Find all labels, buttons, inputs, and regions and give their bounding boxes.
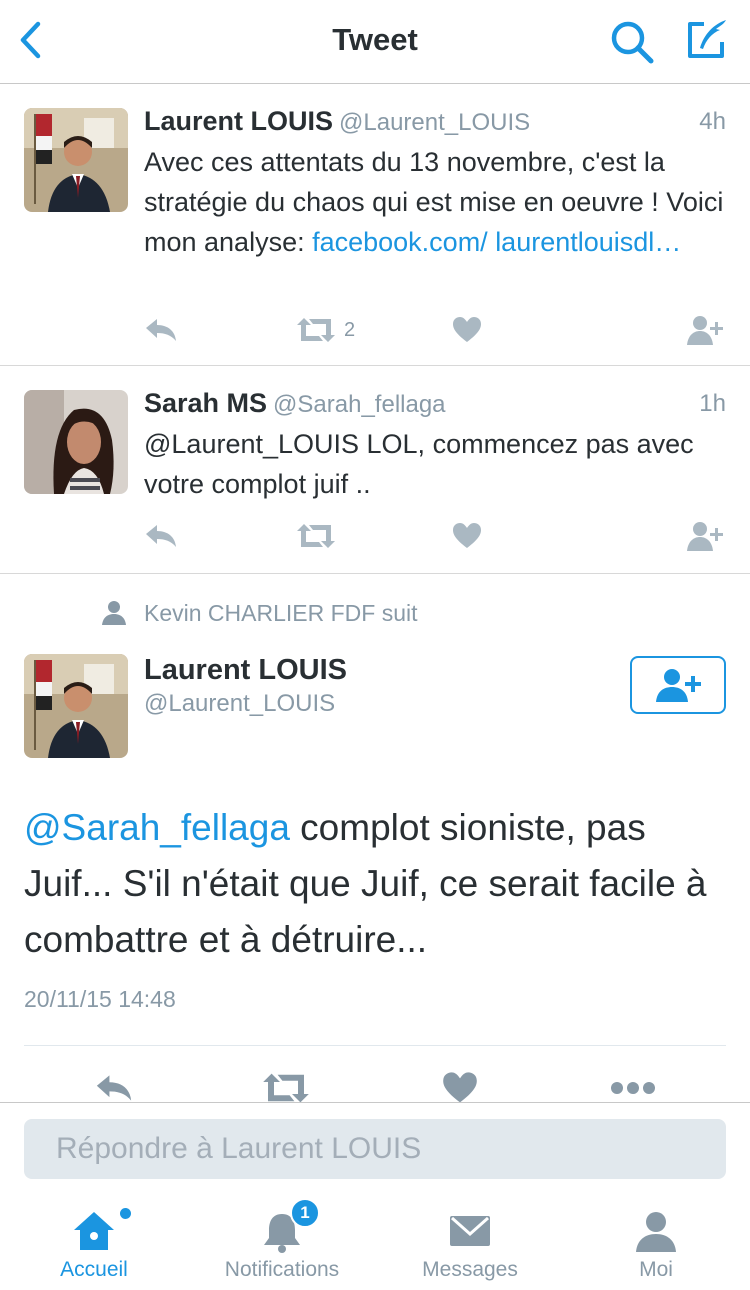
tab-label: Accueil xyxy=(60,1258,128,1281)
tweet-timestamp: 20/11/15 14:48 xyxy=(24,986,176,1012)
tweet-time: 4h xyxy=(699,108,726,135)
tweet-header: Laurent LOUIS @Laurent_LOUIS 4h xyxy=(144,106,726,142)
notification-badge: 1 xyxy=(290,1198,320,1228)
tab-me[interactable]: Moi xyxy=(566,1190,746,1290)
tweet-text: @Laurent_LOUIS LOL, commencez pas avec v… xyxy=(144,429,694,499)
tweet-item[interactable]: Sarah MS @Sarah_fellaga 1h @Laurent_LOUIS… xyxy=(0,366,750,574)
tweet-header: Sarah MS @Sarah_fellaga 1h xyxy=(144,388,726,424)
person-icon xyxy=(636,1212,676,1252)
author-handle[interactable]: @Laurent_LOUIS xyxy=(339,109,530,136)
tweet-link[interactable]: facebook.com/ laurentlouisdl… xyxy=(312,227,681,257)
social-context-text[interactable]: Kevin CHARLIER FDF suit xyxy=(144,600,418,627)
tab-label: Notifications xyxy=(224,1258,340,1281)
like-button[interactable] xyxy=(452,312,482,348)
reply-icon xyxy=(96,1075,132,1101)
tweet-text: @Sarah_fellaga complot sioniste, pas Jui… xyxy=(24,800,726,968)
add-user-icon xyxy=(687,316,723,345)
retweet-icon xyxy=(297,524,335,548)
reply-bar xyxy=(0,1102,750,1190)
avatar-photo xyxy=(24,390,128,494)
add-user-icon xyxy=(656,669,701,702)
author-handle[interactable]: @Laurent_LOUIS xyxy=(144,690,335,718)
follow-user-button[interactable] xyxy=(686,312,726,348)
retweet-count: 2 xyxy=(344,318,356,341)
compose-button[interactable] xyxy=(682,16,730,64)
retweet-icon xyxy=(263,1073,309,1103)
retweet-button[interactable] xyxy=(296,518,336,554)
heart-icon xyxy=(453,523,481,548)
tweet-actions xyxy=(144,518,726,554)
avatar[interactable] xyxy=(24,108,128,212)
tab-notifications[interactable]: 1 Notifications xyxy=(192,1190,372,1290)
add-user-icon xyxy=(687,522,723,551)
tweet-item[interactable]: Laurent LOUIS @Laurent_LOUIS 4h Avec ces … xyxy=(0,84,750,366)
envelope-icon xyxy=(450,1216,490,1246)
tab-bar: Accueil 1 Notifications Messages Moi xyxy=(0,1190,750,1290)
like-button[interactable] xyxy=(452,518,482,554)
avatar-photo xyxy=(24,108,128,212)
heart-icon xyxy=(443,1072,477,1103)
reply-button[interactable] xyxy=(144,518,178,554)
tweet-actions: 2 xyxy=(144,312,726,348)
search-icon xyxy=(611,21,654,64)
social-context: Kevin CHARLIER FDF suit xyxy=(100,598,418,628)
author-name[interactable]: Laurent LOUIS xyxy=(144,654,347,687)
reply-button[interactable] xyxy=(144,312,178,348)
author-name[interactable]: Laurent LOUIS xyxy=(144,106,333,136)
tab-home[interactable]: Accueil xyxy=(4,1190,184,1290)
heart-icon xyxy=(453,317,481,342)
more-dots-icon xyxy=(611,1082,655,1094)
tab-label: Moi xyxy=(639,1258,673,1281)
retweet-button[interactable]: 2 xyxy=(296,312,355,348)
avatar-photo xyxy=(24,654,128,758)
mention-link[interactable]: @Sarah_fellaga xyxy=(24,807,290,848)
avatar[interactable] xyxy=(24,390,128,494)
divider xyxy=(24,1045,726,1046)
tab-label: Messages xyxy=(422,1258,518,1281)
new-content-dot xyxy=(120,1208,131,1219)
retweet-icon xyxy=(297,318,335,342)
navigation-bar: Tweet xyxy=(0,0,750,84)
author-handle[interactable]: @Sarah_fellaga xyxy=(273,391,445,418)
home-icon xyxy=(74,1212,114,1250)
follow-button[interactable] xyxy=(630,656,726,714)
reply-icon xyxy=(146,525,176,547)
avatar[interactable] xyxy=(24,654,128,758)
compose-icon xyxy=(688,20,726,58)
reply-input[interactable] xyxy=(24,1119,726,1179)
tab-messages[interactable]: Messages xyxy=(380,1190,560,1290)
tweet-text: Avec ces attentats du 13 novembre, c'est… xyxy=(144,142,726,262)
follow-user-button[interactable] xyxy=(686,518,726,554)
person-icon xyxy=(102,601,126,625)
reply-icon xyxy=(146,319,176,341)
search-button[interactable] xyxy=(608,18,656,66)
author-name[interactable]: Sarah MS xyxy=(144,388,267,418)
tweet-time: 1h xyxy=(699,390,726,417)
